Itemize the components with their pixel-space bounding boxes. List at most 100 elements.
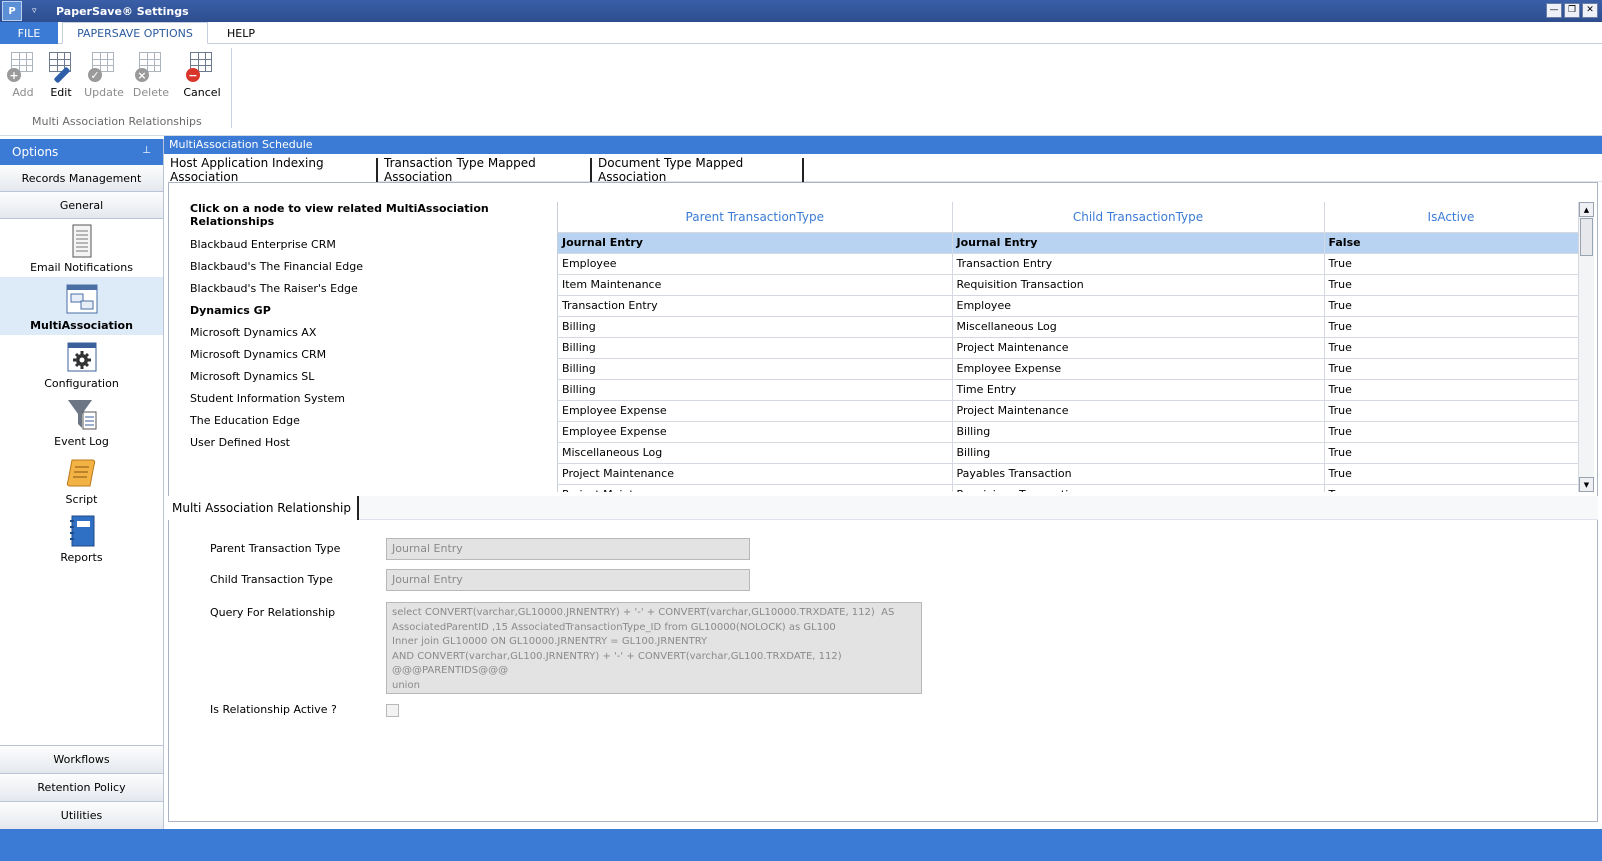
table-row[interactable]: Journal Entry Journal Entry False bbox=[558, 232, 1579, 254]
sidebar-tab-retention-policy[interactable]: Retention Policy bbox=[0, 773, 163, 801]
update-icon: ✓ bbox=[88, 50, 120, 82]
app-logo-icon[interactable]: P bbox=[2, 1, 22, 21]
child-transaction-type-field[interactable]: Journal Entry bbox=[386, 569, 750, 591]
tree-node[interactable]: Blackbaud's The Financial Edge bbox=[190, 256, 540, 278]
ribbon-group-label: Multi Association Relationships bbox=[32, 115, 202, 128]
tab-multi-association-relationship[interactable]: Multi Association Relationship bbox=[168, 496, 359, 520]
table-row[interactable]: Billing Project Maintenance True bbox=[558, 337, 1579, 359]
tree-node[interactable]: Blackbaud Enterprise CRM bbox=[190, 234, 540, 256]
multiassociation-icon bbox=[66, 282, 98, 316]
configuration-icon bbox=[66, 340, 98, 374]
table-cell: Billing bbox=[558, 337, 953, 359]
table-cell: Billing bbox=[952, 421, 1325, 443]
table-row[interactable]: Billing Time Entry True bbox=[558, 379, 1579, 401]
scroll-down-icon[interactable]: ▼ bbox=[1579, 477, 1594, 492]
tab-document-type-mapped[interactable]: Document Type Mapped Association bbox=[592, 156, 804, 184]
sidebar-item-email-notifications[interactable]: Email Notifications bbox=[0, 219, 163, 277]
table-cell: Employee Expense bbox=[558, 400, 953, 422]
sidebar-tab-general[interactable]: General bbox=[0, 192, 163, 219]
sidebar-item-label: Reports bbox=[60, 551, 103, 564]
menu-papersave-options[interactable]: PAPERSAVE OPTIONS bbox=[62, 22, 208, 44]
table-row[interactable]: Employee Expense Billing True bbox=[558, 421, 1579, 443]
delete-button[interactable]: × Delete bbox=[129, 50, 173, 99]
quick-access-dropdown-icon[interactable]: ▿ bbox=[32, 6, 42, 16]
sidebar-bottom-tabs: Workflows Retention Policy Utilities bbox=[0, 745, 163, 829]
is-relationship-active-label: Is Relationship Active ? bbox=[210, 703, 337, 716]
table-cell: Employee Expense bbox=[952, 358, 1325, 380]
tree-title: Click on a node to view related MultiAss… bbox=[190, 202, 489, 228]
grid-scrollbar[interactable]: ▲ ▼ bbox=[1578, 202, 1594, 492]
sidebar-tab-records-management[interactable]: Records Management bbox=[0, 165, 163, 192]
column-header-parent[interactable]: Parent TransactionType bbox=[558, 202, 953, 233]
tree-node[interactable]: The Education Edge bbox=[190, 410, 540, 432]
sidebar-item-reports[interactable]: Reports bbox=[0, 509, 163, 567]
table-cell: Journal Entry bbox=[558, 232, 953, 254]
table-row[interactable]: Item Maintenance Requisition Transaction T… bbox=[558, 274, 1579, 296]
menu-help[interactable]: HELP bbox=[214, 22, 268, 44]
table-cell: False bbox=[1324, 232, 1579, 254]
column-header-isactive[interactable]: IsActive bbox=[1324, 202, 1579, 233]
sidebar-item-label: Event Log bbox=[54, 435, 109, 448]
table-row[interactable]: Project MaintenanceReceivings Transactio… bbox=[558, 484, 1579, 492]
sidebar-item-multiassociation[interactable]: MultiAssociation bbox=[0, 277, 163, 335]
table-cell: Time Entry bbox=[952, 379, 1325, 401]
maximize-button[interactable]: ❐ bbox=[1564, 3, 1580, 18]
table-cell: True bbox=[1324, 442, 1579, 464]
delete-button-label: Delete bbox=[132, 86, 170, 99]
edit-button[interactable]: Edit bbox=[39, 50, 83, 99]
tree-node-selected[interactable]: Dynamics GP bbox=[190, 300, 540, 322]
parent-transaction-type-field[interactable]: Journal Entry bbox=[386, 538, 750, 560]
tree-node[interactable]: Microsoft Dynamics SL bbox=[190, 366, 540, 388]
scroll-up-icon[interactable]: ▲ bbox=[1579, 202, 1594, 217]
table-cell: Project Maintenance bbox=[558, 463, 953, 485]
table-cell: True bbox=[1324, 358, 1579, 380]
table-cell: True bbox=[1324, 274, 1579, 296]
column-header-child[interactable]: Child TransactionType bbox=[952, 202, 1325, 233]
close-button[interactable]: ✕ bbox=[1582, 3, 1598, 18]
sidebar-item-script[interactable]: Script bbox=[0, 451, 163, 509]
table-row[interactable]: Employee Expense Project Maintenance True bbox=[558, 400, 1579, 422]
table-row[interactable]: Billing Miscellaneous Log True bbox=[558, 316, 1579, 338]
sidebar-item-label: Script bbox=[65, 493, 98, 506]
table-cell: Project Maintenance bbox=[952, 337, 1325, 359]
table-cell: True bbox=[1324, 295, 1579, 317]
table-row[interactable]: Project Maintenance Payables Transaction T… bbox=[558, 463, 1579, 485]
query-for-relationship-field[interactable]: select CONVERT(varchar,GL10000.JRNENTRY)… bbox=[386, 602, 922, 694]
sidebar-tab-workflows[interactable]: Workflows bbox=[0, 745, 163, 773]
tab-host-application-indexing[interactable]: Host Application Indexing Association bbox=[164, 156, 378, 184]
table-row[interactable]: Billing Employee Expense True bbox=[558, 358, 1579, 380]
table-cell: Employee bbox=[558, 253, 953, 275]
table-cell: Billing bbox=[952, 442, 1325, 464]
tree-node[interactable]: User Defined Host bbox=[190, 432, 540, 454]
ribbon: + Add Edit ✓ Update × Delete − Cancel Mu… bbox=[0, 44, 1602, 136]
parent-transaction-type-label: Parent Transaction Type bbox=[210, 542, 341, 555]
pin-icon[interactable]: ⊥ bbox=[142, 145, 151, 156]
menu-file[interactable]: FILE bbox=[0, 22, 58, 44]
is-relationship-active-checkbox[interactable] bbox=[386, 704, 399, 717]
tab-transaction-type-mapped[interactable]: Transaction Type Mapped Association bbox=[378, 156, 592, 184]
table-cell: Journal Entry bbox=[952, 232, 1325, 254]
edit-button-label: Edit bbox=[50, 86, 72, 99]
sidebar-tab-utilities[interactable]: Utilities bbox=[0, 801, 163, 829]
update-button[interactable]: ✓ Update bbox=[82, 50, 126, 99]
table-cell: Billing bbox=[558, 316, 953, 338]
tree-node[interactable]: Microsoft Dynamics AX bbox=[190, 322, 540, 344]
table-cell: True bbox=[1324, 316, 1579, 338]
table-cell: Miscellaneous Log bbox=[952, 316, 1325, 338]
cancel-button[interactable]: − Cancel bbox=[180, 50, 224, 99]
tree-node[interactable]: Student Information System bbox=[190, 388, 540, 410]
table-cell: True bbox=[1324, 421, 1579, 443]
tree-node[interactable]: Microsoft Dynamics CRM bbox=[190, 344, 540, 366]
scroll-thumb[interactable] bbox=[1580, 218, 1593, 256]
minimize-button[interactable]: — bbox=[1546, 3, 1562, 18]
email-notifications-icon bbox=[66, 224, 98, 258]
sidebar-item-configuration[interactable]: Configuration bbox=[0, 335, 163, 393]
child-transaction-type-label: Child Transaction Type bbox=[210, 573, 333, 586]
table-row[interactable]: Employee Transaction Entry True bbox=[558, 253, 1579, 275]
sidebar-item-event-log[interactable]: Event Log bbox=[0, 393, 163, 451]
tree-node[interactable]: Blackbaud's The Raiser's Edge bbox=[190, 278, 540, 300]
table-row[interactable]: Miscellaneous Log Billing True bbox=[558, 442, 1579, 464]
table-row[interactable]: Transaction Entry Employee True bbox=[558, 295, 1579, 317]
relationship-tab-strip: Multi Association Relationship bbox=[168, 496, 1598, 520]
sidebar-item-label: Email Notifications bbox=[30, 261, 133, 274]
